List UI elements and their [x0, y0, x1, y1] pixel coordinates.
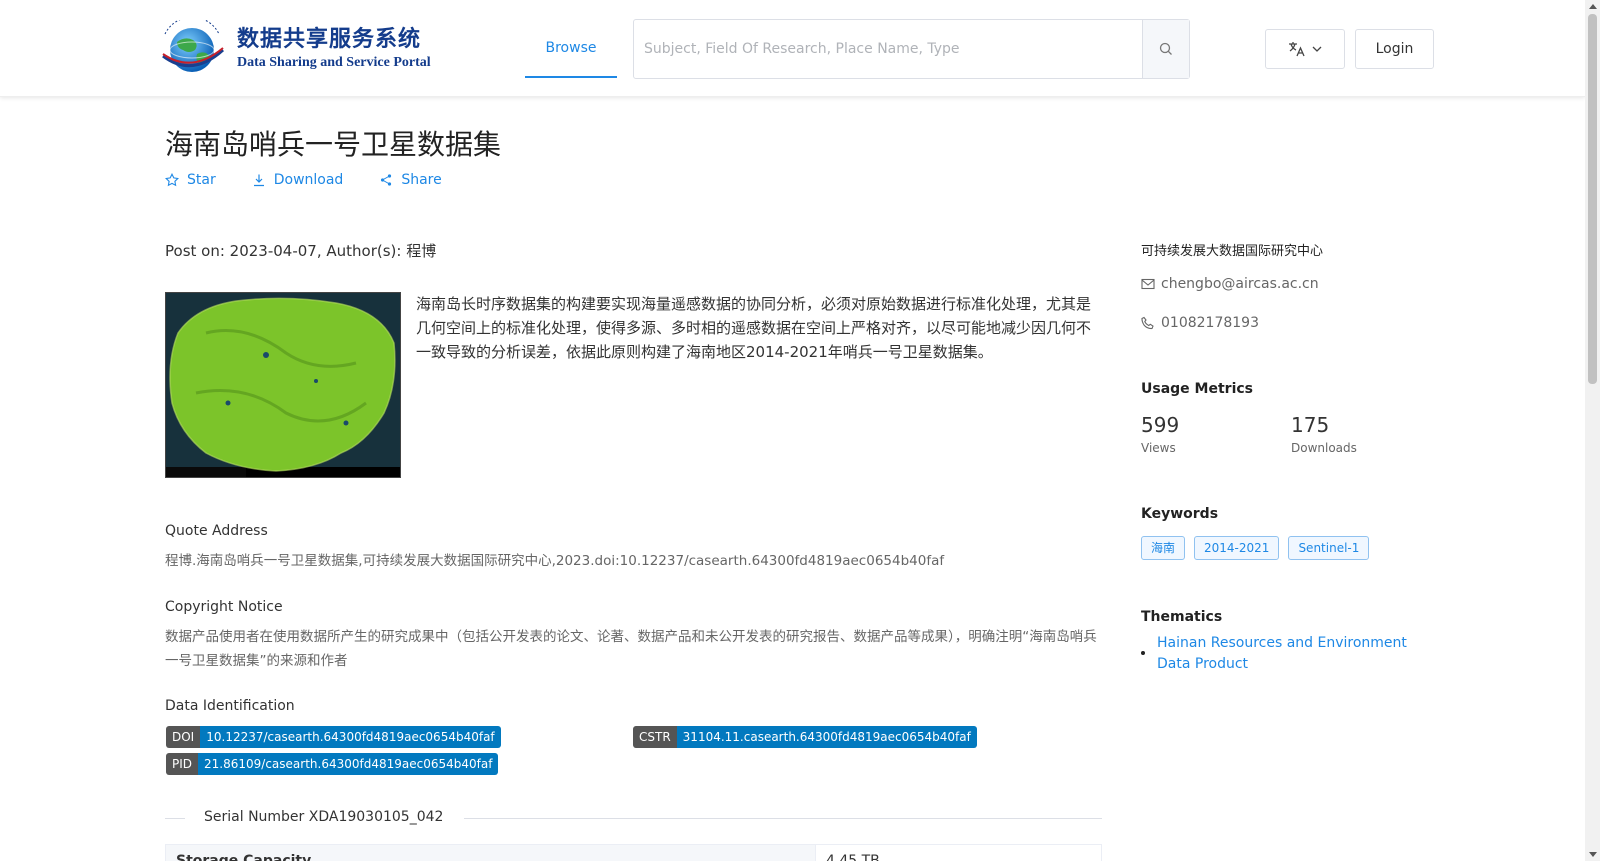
dataset-description: 海南岛长时序数据集的构建要实现海量遥感数据的协同分析，必须对原始数据进行标准化处…	[416, 295, 1092, 361]
search-button[interactable]	[1142, 20, 1189, 78]
portal-logo[interactable]: 数据共享服务系统 Data Sharing and Service Portal	[153, 16, 438, 78]
doi-badge-key: DOI	[166, 726, 201, 748]
copyright-label: Copyright Notice	[165, 599, 283, 615]
data-identification-label: Data Identification	[165, 698, 295, 714]
star-icon	[165, 173, 179, 187]
dataset-actions: Star Download Share	[165, 172, 442, 188]
scroll-down-arrow-icon[interactable]	[1589, 852, 1597, 857]
scrollbar-thumb[interactable]	[1588, 14, 1597, 384]
nav-browse[interactable]: Browse	[525, 20, 617, 78]
downloads-metric: 175 Downloads	[1291, 413, 1357, 455]
quote-address-text: 程博.海南岛哨兵一号卫星数据集,可持续发展大数据国际研究中心,2023.doi:…	[165, 553, 945, 569]
translate-icon	[1289, 42, 1305, 57]
serial-number-divider: Serial Number XDA19030105_042	[165, 808, 1102, 828]
keyword-tag[interactable]: 2014-2021	[1194, 536, 1280, 560]
downloads-count: 175	[1291, 413, 1330, 437]
organization-name: 可持续发展大数据国际研究中心	[1141, 244, 1324, 259]
views-metric: 599 Views	[1141, 413, 1179, 455]
contact-phone: 01082178193	[1141, 315, 1259, 331]
usage-metrics-heading: Usage Metrics	[1141, 381, 1253, 397]
post-info: Post on: 2023-04-07, Author(s): 程博	[165, 242, 437, 260]
quote-address-label: Quote Address	[165, 523, 268, 539]
language-switcher[interactable]	[1265, 29, 1345, 69]
logo-english-title: Data Sharing and Service Portal	[237, 55, 431, 70]
doi-badge[interactable]: DOI 10.12237/casearth.64300fd4819aec0654…	[166, 726, 501, 748]
doi-badge-value: 10.12237/casearth.64300fd4819aec0654b40f…	[200, 726, 501, 748]
dataset-thumbnail[interactable]	[165, 292, 401, 478]
cstr-badge-value: 31104.11.casearth.64300fd4819aec0654b40f…	[676, 726, 977, 748]
chevron-down-icon	[1312, 46, 1322, 52]
cstr-badge-key: CSTR	[633, 726, 677, 748]
star-label: Star	[187, 172, 216, 188]
thematics-heading: Thematics	[1141, 609, 1223, 625]
globe-logo-icon	[153, 16, 231, 78]
download-icon	[253, 174, 264, 187]
scroll-up-arrow-icon[interactable]	[1589, 4, 1597, 9]
storage-capacity-label: Storage Capacity	[166, 845, 816, 861]
divider-line-right	[464, 818, 1102, 819]
bullet-icon	[1141, 651, 1145, 655]
logo-chinese-title: 数据共享服务系统	[237, 26, 422, 52]
download-label: Download	[273, 172, 344, 188]
phone-text: 01082178193	[1161, 315, 1259, 331]
search-bar	[633, 19, 1190, 79]
copyright-text: 数据产品使用者在使用数据所产生的研究成果中（包括公开发表的论文、论著、数据产品和…	[165, 629, 1097, 669]
metadata-table-row: Storage Capacity 4.45 TB	[165, 844, 1102, 861]
search-icon	[1159, 42, 1172, 55]
serial-number: Serial Number XDA19030105_042	[204, 809, 444, 825]
downloads-label: Downloads	[1291, 441, 1357, 455]
thematic-item: Hainan Resources and Environment Data Pr…	[1141, 633, 1431, 675]
thematic-link[interactable]: Hainan Resources and Environment Data Pr…	[1157, 633, 1431, 675]
pid-badge-value: 21.86109/casearth.64300fd4819aec0654b40f…	[198, 753, 499, 775]
star-button[interactable]: Star	[165, 172, 216, 188]
pid-badge-key: PID	[166, 753, 199, 775]
email-text: chengbo@aircas.ac.cn	[1161, 276, 1319, 292]
phone-icon	[1141, 316, 1154, 330]
mail-icon	[1141, 278, 1155, 290]
share-button[interactable]: Share	[379, 172, 442, 188]
login-button[interactable]: Login	[1355, 29, 1434, 69]
search-input[interactable]	[634, 20, 1142, 78]
keyword-tag[interactable]: 海南	[1141, 536, 1186, 560]
share-label: Share	[401, 172, 442, 188]
dataset-title: 海南岛哨兵一号卫星数据集	[165, 128, 502, 161]
views-label: Views	[1141, 441, 1176, 455]
views-count: 599	[1141, 413, 1180, 437]
storage-capacity-value: 4.45 TB	[826, 853, 880, 861]
download-button[interactable]: Download	[252, 172, 344, 188]
contact-email[interactable]: chengbo@aircas.ac.cn	[1141, 276, 1319, 292]
top-header: 数据共享服务系统 Data Sharing and Service Portal…	[0, 0, 1585, 97]
divider-line-left	[165, 818, 185, 819]
cstr-badge[interactable]: CSTR 31104.11.casearth.64300fd4819aec065…	[633, 726, 977, 748]
pid-badge[interactable]: PID 21.86109/casearth.64300fd4819aec0654…	[166, 753, 499, 775]
page-scrollbar[interactable]	[1585, 0, 1600, 861]
keyword-list: 海南 2014-2021 Sentinel-1	[1141, 536, 1370, 560]
keyword-tag[interactable]: Sentinel-1	[1288, 536, 1370, 560]
share-icon	[381, 174, 392, 186]
keywords-heading: Keywords	[1141, 506, 1219, 522]
